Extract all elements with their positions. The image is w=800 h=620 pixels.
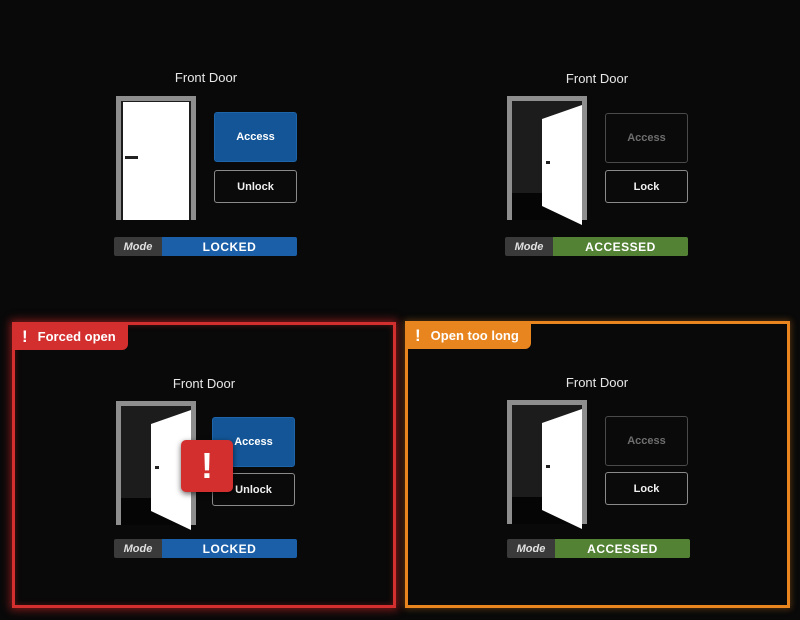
access-button[interactable]: Access [605, 113, 688, 163]
lock-button[interactable]: Lock [605, 170, 688, 203]
door-panel-1: Front Door Access Unlock Mode LOCKED [0, 0, 400, 310]
mode-label: Mode [114, 539, 162, 558]
door-panel-2: Front Door Access Lock Mode ACCESSED [400, 0, 800, 310]
exclamation-icon: ! [415, 325, 421, 345]
mode-value: ACCESSED [555, 539, 690, 558]
mode-label: Mode [114, 237, 162, 256]
door-open-icon [507, 400, 587, 529]
door-closed-icon [116, 96, 196, 220]
lock-button[interactable]: Lock [605, 472, 688, 505]
mode-status-bar: Mode LOCKED [114, 539, 297, 558]
door-panel-4: ! Open too long Front Door Access Lock M… [405, 321, 790, 608]
door-title: Front Door [565, 71, 629, 86]
forced-open-warning-icon: ! [181, 440, 233, 492]
door-open-icon [507, 96, 587, 225]
mode-label: Mode [505, 237, 553, 256]
exclamation-icon: ! [22, 326, 28, 346]
forced-open-alarm-badge: ! Forced open [12, 322, 128, 350]
mode-value: LOCKED [162, 237, 297, 256]
access-button[interactable]: Access [214, 112, 297, 162]
mode-value: ACCESSED [553, 237, 688, 256]
door-title: Front Door [565, 375, 629, 390]
unlock-button[interactable]: Unlock [214, 170, 297, 203]
access-button[interactable]: Access [605, 416, 688, 466]
door-title: Front Door [174, 70, 238, 85]
mode-status-bar: Mode ACCESSED [507, 539, 690, 558]
alarm-label: Forced open [37, 328, 116, 344]
mode-label: Mode [507, 539, 555, 558]
mode-status-bar: Mode ACCESSED [505, 237, 688, 256]
alarm-label: Open too long [430, 327, 519, 343]
door-panel-3: ! Forced open Front Door Access Unlock !… [12, 322, 396, 608]
mode-status-bar: Mode LOCKED [114, 237, 297, 256]
door-title: Front Door [172, 376, 236, 391]
open-too-long-alarm-badge: ! Open too long [405, 321, 531, 349]
mode-value: LOCKED [162, 539, 297, 558]
